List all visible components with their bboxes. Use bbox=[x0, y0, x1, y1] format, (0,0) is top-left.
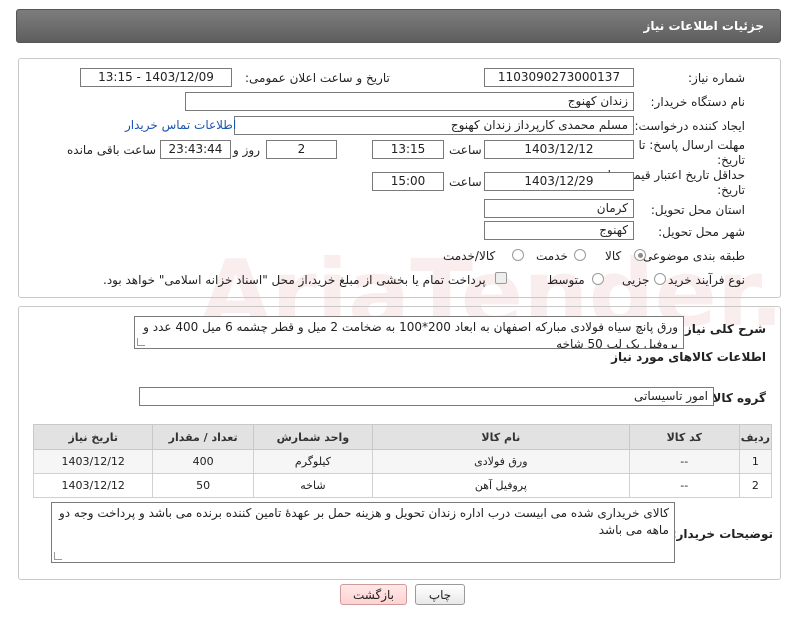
panel-header: جزئیات اطلاعات نیاز bbox=[16, 9, 781, 43]
process-radio-minor[interactable] bbox=[654, 273, 666, 285]
category-option-goods-service: کالا/خدمت bbox=[443, 249, 496, 263]
category-radio-service[interactable] bbox=[574, 249, 586, 261]
creator-field[interactable]: مسلم محمدی کارپرداز زندان کهنوج bbox=[234, 116, 634, 135]
deadline-time-field[interactable]: 13:15 bbox=[372, 140, 444, 159]
print-button[interactable]: چاپ bbox=[415, 584, 465, 605]
col-header-row-no: ردیف bbox=[738, 424, 773, 450]
cell-quantity: 400 bbox=[152, 449, 254, 474]
category-option-goods: کالا bbox=[605, 249, 622, 263]
deadline-date-label: تاریخ: bbox=[717, 153, 745, 167]
category-radio-goods[interactable] bbox=[634, 249, 646, 261]
cell-code: -- bbox=[628, 449, 740, 474]
city-label: شهر محل تحویل: bbox=[658, 225, 745, 239]
province-label: استان محل تحویل: bbox=[650, 203, 745, 217]
cell-name: ورق فولادی bbox=[372, 449, 630, 474]
process-radio-medium[interactable] bbox=[592, 273, 604, 285]
cell-code: -- bbox=[628, 473, 740, 498]
treasury-payment-note: پرداخت تمام یا بخشی از مبلغ خرید،از محل … bbox=[103, 273, 486, 287]
days-label: روز و bbox=[233, 143, 260, 157]
category-option-service: خدمت bbox=[536, 249, 568, 263]
cell-quantity: 50 bbox=[152, 473, 254, 498]
back-button[interactable]: بازگشت bbox=[340, 584, 407, 605]
price-validity-date-field[interactable]: 1403/12/29 bbox=[484, 172, 634, 191]
city-field[interactable]: کهنوج bbox=[484, 221, 634, 240]
goods-info-title: اطلاعات کالاهای مورد نیاز bbox=[611, 350, 766, 364]
process-option-medium: متوسط bbox=[547, 273, 585, 287]
announce-datetime-field[interactable]: 1403/12/09 - 13:15 bbox=[80, 68, 232, 87]
remaining-time-label: ساعت باقی مانده bbox=[67, 143, 157, 157]
col-header-unit: واحد شمارش bbox=[252, 424, 374, 450]
cell-row-no: 2 bbox=[738, 473, 773, 498]
goods-group-label: گروه کالا: bbox=[707, 391, 766, 405]
general-desc-text: ورق پانچ سیاه فولادی مبارکه اصفهان به اب… bbox=[143, 320, 678, 349]
buyer-notes-text: کالای خریداری شده می ابیست درب اداره زند… bbox=[58, 506, 669, 537]
cell-need-date: 1403/12/12 bbox=[32, 449, 154, 474]
general-desc-field[interactable]: ورق پانچ سیاه فولادی مبارکه اصفهان به اب… bbox=[134, 316, 684, 349]
remaining-days-field[interactable]: 2 bbox=[266, 140, 337, 159]
table-row[interactable]: 1 -- ورق فولادی کیلوگرم 400 1403/12/12 bbox=[32, 449, 773, 474]
remaining-time-field[interactable]: 23:43:44 bbox=[160, 140, 231, 159]
buyer-org-field[interactable]: زندان کهنوج bbox=[185, 92, 634, 111]
need-number-field[interactable]: 1103090273000137 bbox=[484, 68, 634, 87]
goods-group-field[interactable]: امور تاسیساتی bbox=[139, 387, 714, 406]
category-radio-goods-service[interactable] bbox=[512, 249, 524, 261]
province-field[interactable]: کرمان bbox=[484, 199, 634, 218]
cell-need-date: 1403/12/12 bbox=[32, 473, 154, 498]
col-header-code: کد کالا bbox=[628, 424, 740, 450]
buyer-contact-link[interactable]: اطلاعات تماس خریدار bbox=[125, 118, 236, 132]
deadline-date-field[interactable]: 1403/12/12 bbox=[484, 140, 634, 159]
general-desc-label: شرح کلی نیاز: bbox=[680, 322, 766, 336]
table-row[interactable]: 2 -- پروفیل آهن شاخه 50 1403/12/12 bbox=[32, 473, 773, 498]
deadline-label: مهلت ارسال پاسخ: تا bbox=[638, 138, 745, 152]
announce-datetime-label: تاریخ و ساعت اعلان عمومی: bbox=[245, 71, 390, 85]
cell-unit: کیلوگرم bbox=[252, 449, 374, 474]
creator-label: ایجاد کننده درخواست: bbox=[634, 119, 745, 133]
resize-grip-icon[interactable] bbox=[137, 338, 145, 346]
col-header-name: نام کالا bbox=[372, 424, 630, 450]
resize-grip-icon[interactable] bbox=[54, 552, 62, 560]
process-type-label: نوع فرآیند خرید : bbox=[660, 273, 745, 287]
cell-row-no: 1 bbox=[738, 449, 773, 474]
price-validity-time-label: ساعت bbox=[449, 175, 482, 189]
price-validity-date-label: تاریخ: bbox=[717, 183, 745, 197]
category-label: طبقه بندی موضوعی: bbox=[638, 249, 745, 263]
table-header-row: ردیف کد کالا نام کالا واحد شمارش تعداد /… bbox=[32, 424, 773, 450]
buyer-notes-label: توضیحات خریدار: bbox=[671, 527, 773, 541]
col-header-need-date: تاریخ نیاز bbox=[32, 424, 154, 450]
treasury-payment-checkbox[interactable] bbox=[495, 272, 507, 284]
buyer-org-label: نام دستگاه خریدار: bbox=[650, 95, 746, 109]
process-option-minor: جزیی bbox=[622, 273, 650, 287]
deadline-time-label: ساعت bbox=[449, 143, 482, 157]
cell-name: پروفیل آهن bbox=[372, 473, 630, 498]
price-validity-time-field[interactable]: 15:00 bbox=[372, 172, 444, 191]
need-number-label: شماره نیاز: bbox=[688, 71, 745, 85]
cell-unit: شاخه bbox=[252, 473, 374, 498]
buyer-notes-field[interactable]: کالای خریداری شده می ابیست درب اداره زند… bbox=[51, 502, 675, 563]
col-header-quantity: تعداد / مقدار bbox=[152, 424, 254, 450]
page-title: جزئیات اطلاعات نیاز bbox=[643, 19, 764, 33]
goods-table: ردیف کد کالا نام کالا واحد شمارش تعداد /… bbox=[32, 424, 773, 498]
